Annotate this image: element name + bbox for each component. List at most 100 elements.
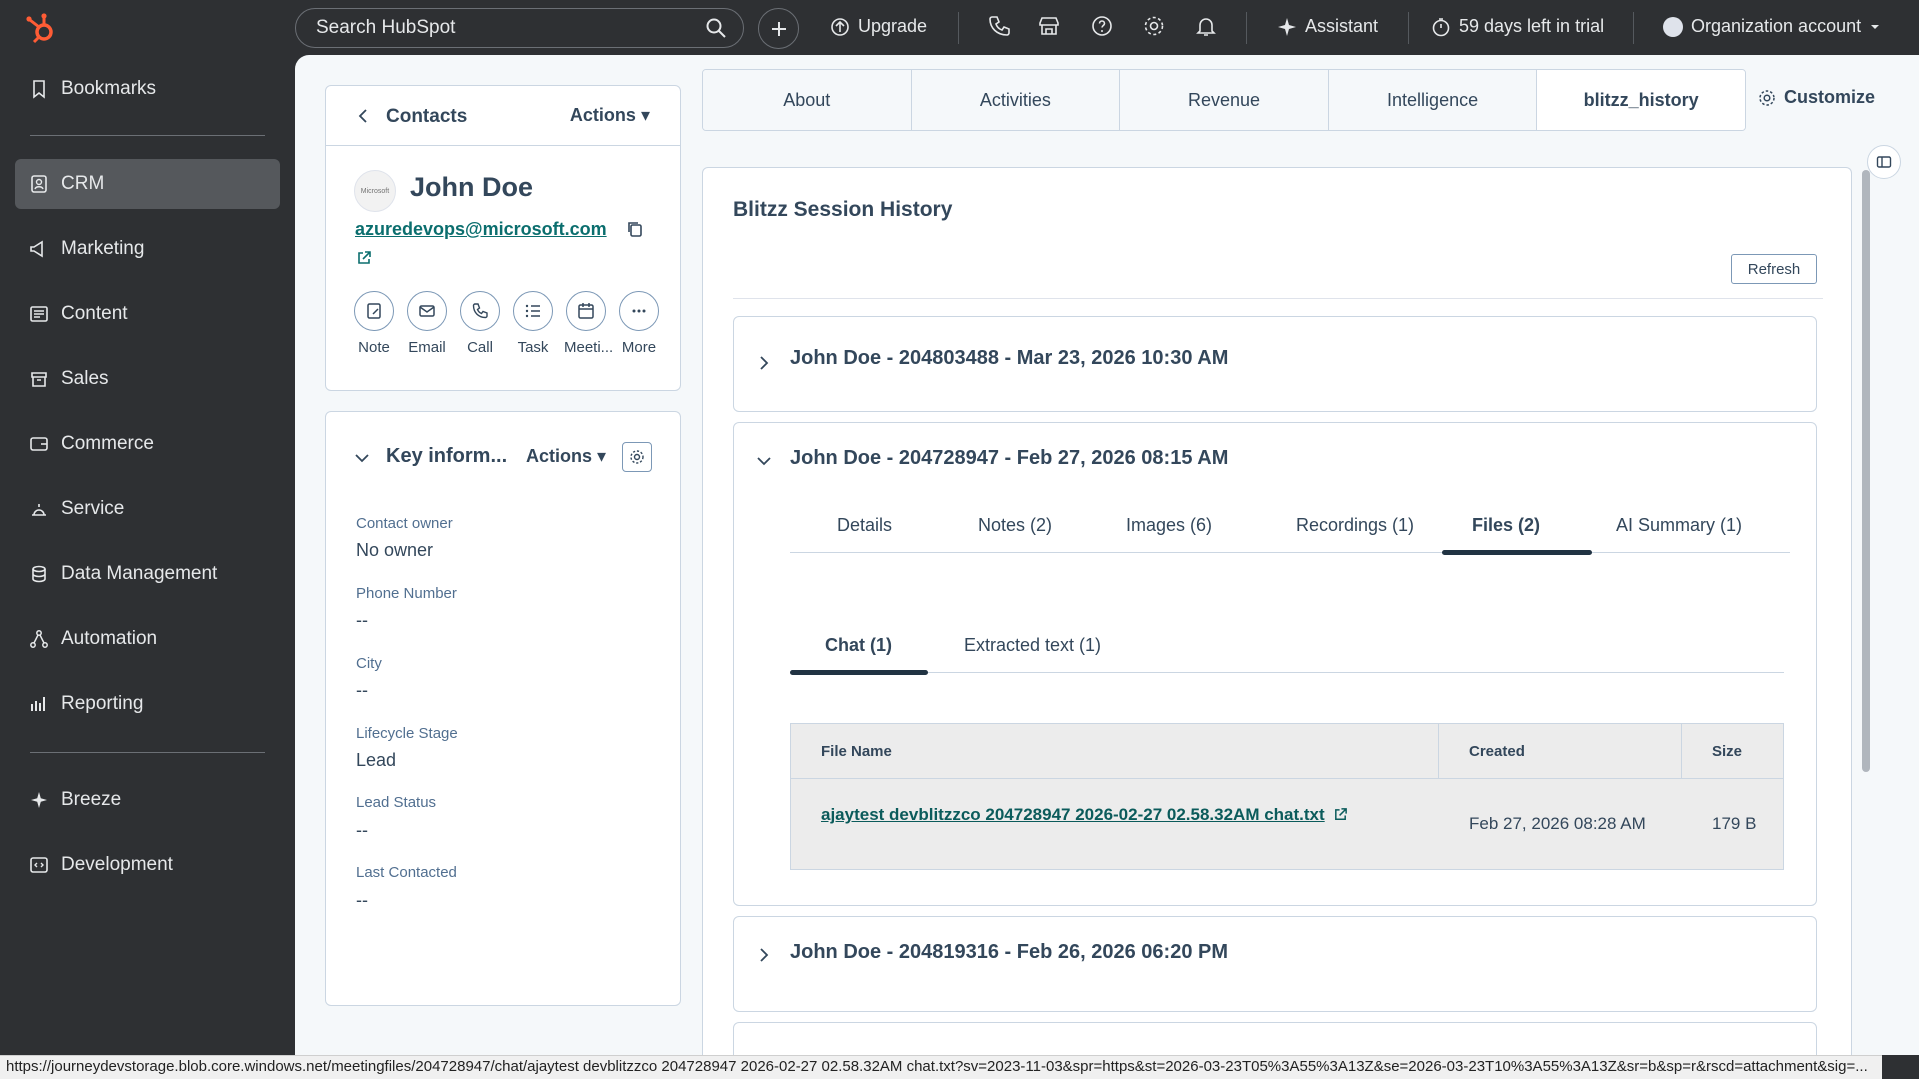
tab-extracted-text[interactable]: Extracted text (1) xyxy=(964,635,1101,656)
session-accordion-expanded: John Doe - 204728947 - Feb 27, 2026 08:1… xyxy=(733,422,1817,906)
files-table: File Name Created Size ajaytest devblitz… xyxy=(790,723,1784,870)
account-label: Organization account xyxy=(1691,16,1862,36)
sidebar-item-label: Breeze xyxy=(61,789,122,810)
tab-chat[interactable]: Chat (1) xyxy=(825,635,892,656)
hubspot-logo-icon[interactable] xyxy=(24,11,58,45)
table-header-row: File Name Created Size xyxy=(791,724,1783,779)
create-new-button[interactable] xyxy=(758,8,799,49)
customize-button[interactable]: Customize xyxy=(1758,87,1875,108)
subtab-files[interactable]: Files (2) xyxy=(1472,515,1540,536)
property-value[interactable]: Lead xyxy=(356,750,396,771)
sidebar-item-content[interactable]: Content xyxy=(15,289,280,339)
quick-action-label: Note xyxy=(358,339,390,356)
tab-intelligence[interactable]: Intelligence xyxy=(1328,70,1538,130)
settings-gear-icon[interactable] xyxy=(1142,14,1166,38)
meeting-action[interactable]: Meeti... xyxy=(564,291,613,356)
key-information-card: Key inform... Actions ▾ Contact owner No… xyxy=(325,411,681,1006)
file-download-link[interactable]: ajaytest devblitzzco 204728947 2026-02-2… xyxy=(821,805,1325,825)
external-link-icon[interactable] xyxy=(1333,807,1348,822)
chevron-right-icon[interactable] xyxy=(756,947,772,963)
session-title[interactable]: John Doe - 204819316 - Feb 26, 2026 06:2… xyxy=(790,941,1228,964)
property-value[interactable]: -- xyxy=(356,820,368,841)
external-link-icon[interactable] xyxy=(356,250,372,266)
sidebar-item-data-management[interactable]: Data Management xyxy=(15,549,280,599)
sidebar-item-label: Bookmarks xyxy=(61,78,157,99)
session-accordion[interactable]: John Doe - 204803488 - Mar 23, 2026 10:3… xyxy=(733,316,1817,412)
property-value[interactable]: -- xyxy=(356,680,368,701)
email-button[interactable] xyxy=(407,291,447,331)
note-button[interactable] xyxy=(354,291,394,331)
meeting-button[interactable] xyxy=(566,291,606,331)
sidebar-toggle-button[interactable] xyxy=(1867,145,1901,179)
session-title[interactable]: John Doe - 204728947 - Feb 27, 2026 08:1… xyxy=(790,447,1228,470)
subtab-ai-summary[interactable]: AI Summary (1) xyxy=(1616,515,1742,536)
sidebar-item-sales[interactable]: Sales xyxy=(15,354,280,404)
sidebar-item-automation[interactable]: Automation xyxy=(15,614,280,664)
contact-name: John Doe xyxy=(410,172,534,202)
call-button[interactable] xyxy=(460,291,500,331)
email-action[interactable]: Email xyxy=(405,291,449,356)
column-header-file-name[interactable]: File Name xyxy=(791,724,1439,778)
sidebar-item-commerce[interactable]: Commerce xyxy=(15,419,280,469)
copy-icon[interactable] xyxy=(626,220,644,238)
column-header-size[interactable]: Size xyxy=(1682,724,1783,778)
upgrade-button[interactable]: Upgrade xyxy=(830,16,927,37)
sidebar-item-reporting[interactable]: Reporting xyxy=(15,679,280,729)
session-accordion[interactable]: John Doe - 204819316 - Feb 26, 2026 06:2… xyxy=(733,916,1817,1012)
code-icon xyxy=(30,857,48,873)
session-title[interactable]: John Doe - 204803488 - Mar 23, 2026 10:3… xyxy=(790,347,1228,370)
subtab-notes[interactable]: Notes (2) xyxy=(978,515,1052,536)
session-subtabs: Details Notes (2) Images (6) Recordings … xyxy=(790,501,1790,555)
subtab-recordings[interactable]: Recordings (1) xyxy=(1296,515,1414,536)
upgrade-label: Upgrade xyxy=(858,16,928,36)
account-menu[interactable]: Organization account xyxy=(1663,16,1881,37)
contact-email-link[interactable]: azuredevops@microsoft.com xyxy=(355,219,607,240)
chevron-right-icon[interactable] xyxy=(756,355,772,371)
task-button[interactable] xyxy=(513,291,553,331)
property-label: Last Contacted xyxy=(356,864,457,881)
search-input[interactable]: Search HubSpot xyxy=(295,8,744,48)
tab-about[interactable]: About xyxy=(703,70,912,130)
tab-activities[interactable]: Activities xyxy=(911,70,1121,130)
notifications-bell-icon[interactable] xyxy=(1194,14,1218,38)
more-action[interactable]: More xyxy=(617,291,661,356)
more-button[interactable] xyxy=(619,291,659,331)
scrollbar-thumb[interactable] xyxy=(1862,170,1870,772)
chevron-left-icon[interactable] xyxy=(356,108,372,124)
property-value[interactable]: No owner xyxy=(356,540,433,561)
gear-icon xyxy=(1759,89,1775,106)
column-header-created[interactable]: Created xyxy=(1439,724,1682,778)
marketplace-icon[interactable] xyxy=(1037,14,1061,38)
key-info-settings-button[interactable] xyxy=(622,442,652,472)
sidebar-item-crm[interactable]: CRM xyxy=(15,159,280,209)
property-value[interactable]: -- xyxy=(356,610,368,631)
chevron-down-icon[interactable] xyxy=(354,450,370,466)
tab-blitzz-history[interactable]: blitzz_history xyxy=(1537,70,1745,130)
search-icon[interactable] xyxy=(705,17,727,39)
assistant-button[interactable]: Assistant xyxy=(1277,16,1378,37)
sidebar-item-service[interactable]: Service xyxy=(15,484,280,534)
sidebar-item-development[interactable]: Development xyxy=(15,840,280,890)
property-value[interactable]: -- xyxy=(356,890,368,911)
sidebar-item-bookmarks[interactable]: Bookmarks xyxy=(15,64,280,114)
task-action[interactable]: Task xyxy=(511,291,555,356)
quick-action-label: Task xyxy=(517,339,549,356)
help-icon[interactable] xyxy=(1090,14,1114,38)
call-action[interactable]: Call xyxy=(458,291,502,356)
sidebar-item-marketing[interactable]: Marketing xyxy=(15,224,280,274)
sidebar-item-breeze[interactable]: Breeze xyxy=(15,775,280,825)
active-tab-indicator xyxy=(1442,550,1592,555)
key-info-actions-button[interactable]: Actions ▾ xyxy=(526,446,606,467)
key-info-title[interactable]: Key inform... xyxy=(386,445,507,468)
sidebar-divider xyxy=(30,752,265,753)
subtab-details[interactable]: Details xyxy=(837,515,892,536)
subtab-images[interactable]: Images (6) xyxy=(1126,515,1212,536)
refresh-button[interactable]: Refresh xyxy=(1731,254,1817,284)
trial-countdown[interactable]: 59 days left in trial xyxy=(1431,16,1604,37)
tab-revenue[interactable]: Revenue xyxy=(1120,70,1329,130)
phone-icon[interactable] xyxy=(987,14,1011,38)
note-action[interactable]: Note xyxy=(352,291,396,356)
chevron-down-icon[interactable] xyxy=(756,453,772,469)
back-to-contacts-link[interactable]: Contacts xyxy=(386,106,467,128)
contact-actions-button[interactable]: Actions ▾ xyxy=(570,105,650,126)
